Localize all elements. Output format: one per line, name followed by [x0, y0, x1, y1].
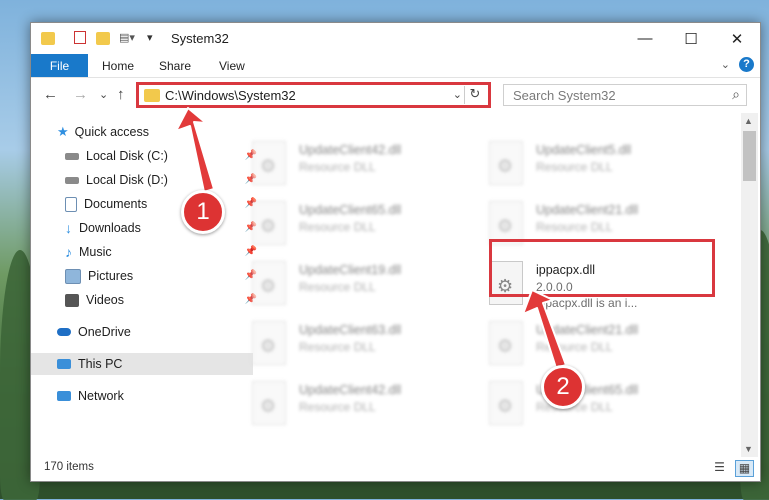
step-2-badge: 2: [541, 365, 585, 409]
step-1-badge: 1: [181, 190, 225, 234]
annotation-arrows: [175, 107, 567, 369]
arrow-to-address-bar: [175, 107, 215, 193]
arrow-to-file: [522, 289, 567, 369]
